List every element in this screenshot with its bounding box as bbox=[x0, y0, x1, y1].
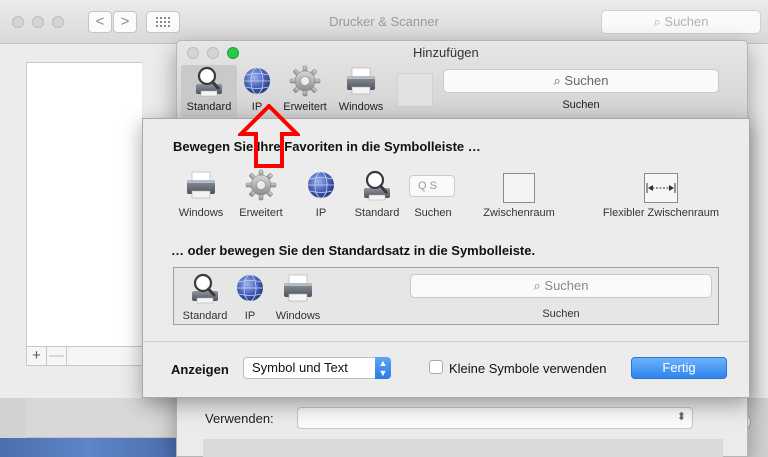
updown-arrow-icon: ⬍ bbox=[676, 411, 686, 423]
palette-search-label: Suchen bbox=[414, 207, 452, 219]
palette-windows-label: Windows bbox=[178, 207, 224, 219]
add-zoom-button[interactable] bbox=[227, 47, 239, 59]
gear-icon bbox=[289, 65, 321, 97]
printer-list[interactable] bbox=[26, 62, 142, 348]
default-windows-label: Windows bbox=[275, 310, 321, 322]
use-label: Verwenden: bbox=[205, 411, 274, 426]
done-button[interactable]: Fertig bbox=[631, 357, 727, 379]
toolbar-windows-label: Windows bbox=[338, 101, 384, 113]
default-search-label: Suchen bbox=[542, 308, 580, 320]
palette-search-field[interactable]: Q S bbox=[409, 175, 455, 197]
magnifier-printer-icon bbox=[189, 272, 221, 304]
remove-printer-button[interactable]: — bbox=[47, 347, 67, 365]
palette-standard-label: Standard bbox=[354, 207, 400, 219]
default-search-placeholder: Suchen bbox=[544, 278, 589, 293]
printer-icon bbox=[345, 65, 377, 97]
customize-toolbar-sheet: Bewegen Sie Ihre Favoriten in die Symbol… bbox=[142, 118, 750, 398]
search-icon: ⌕ bbox=[553, 73, 561, 88]
printer-icon bbox=[282, 272, 314, 304]
use-driver-select[interactable]: ⬍ bbox=[297, 407, 693, 429]
small-icons-checkbox[interactable] bbox=[429, 360, 443, 374]
default-set-heading: … oder bewegen Sie den Standardsatz in d… bbox=[171, 243, 536, 258]
globe-icon bbox=[305, 169, 337, 201]
palette-flexible-space-label: Flexibler Zwischenraum bbox=[602, 207, 720, 219]
show-mode-value: Symbol und Text bbox=[252, 360, 348, 375]
add-search-label: Suchen bbox=[562, 99, 600, 111]
default-toolbar-set[interactable]: Standard IP Windows ⌕ Suchen Suchen bbox=[173, 267, 719, 325]
toolbar-windows[interactable]: Windows bbox=[333, 65, 389, 117]
add-printer-button[interactable]: + bbox=[27, 347, 47, 365]
magnifier-printer-icon bbox=[361, 169, 393, 201]
add-window-lower-band bbox=[203, 439, 723, 457]
globe-icon bbox=[241, 65, 273, 97]
palette-ip-label: IP bbox=[315, 207, 327, 219]
default-search-field: ⌕ Suchen bbox=[410, 274, 712, 298]
gear-icon bbox=[245, 169, 277, 201]
background-desktop-strip bbox=[0, 438, 176, 457]
add-minimize-button[interactable] bbox=[207, 47, 219, 59]
search-icon: ⌕ bbox=[533, 278, 541, 293]
sheet-footer: Anzeigen Symbol und Text ▲ ▼ Kleine Symbo… bbox=[143, 341, 749, 397]
printer-icon bbox=[185, 169, 217, 201]
add-search-field[interactable]: ⌕ Suchen bbox=[443, 69, 719, 93]
favorites-heading: Bewegen Sie Ihre Favoriten in die Symbol… bbox=[173, 139, 481, 154]
add-search-placeholder: Suchen bbox=[564, 73, 609, 88]
main-search-placeholder: Suchen bbox=[664, 14, 709, 29]
small-icons-label[interactable]: Kleine Symbole verwenden bbox=[449, 361, 607, 376]
add-close-button[interactable] bbox=[187, 47, 199, 59]
red-arrow-up-icon bbox=[238, 104, 300, 168]
show-label: Anzeigen bbox=[171, 362, 229, 377]
show-mode-select[interactable]: Symbol und Text ▲ ▼ bbox=[243, 357, 391, 379]
palette-space-label: Zwischenraum bbox=[483, 207, 555, 219]
flexible-space-icon[interactable] bbox=[644, 173, 678, 203]
globe-icon bbox=[234, 272, 266, 304]
updown-arrow-icon: ▲ ▼ bbox=[375, 357, 391, 379]
main-titlebar: < > Drucker & Scanner ⌕ Suchen bbox=[0, 0, 768, 44]
default-standard-label: Standard bbox=[182, 310, 228, 322]
search-icon: ⌕ bbox=[653, 14, 661, 29]
space-icon[interactable] bbox=[503, 173, 535, 203]
main-search-field[interactable]: ⌕ Suchen bbox=[601, 10, 761, 34]
palette-advanced-label: Erweitert bbox=[239, 207, 283, 219]
magnifier-printer-icon bbox=[193, 65, 225, 97]
background-lower-left bbox=[26, 398, 176, 438]
add-window-title: Hinzufügen bbox=[413, 45, 479, 60]
default-ip-label: IP bbox=[244, 310, 256, 322]
toolbar-drop-placeholder bbox=[397, 73, 433, 107]
